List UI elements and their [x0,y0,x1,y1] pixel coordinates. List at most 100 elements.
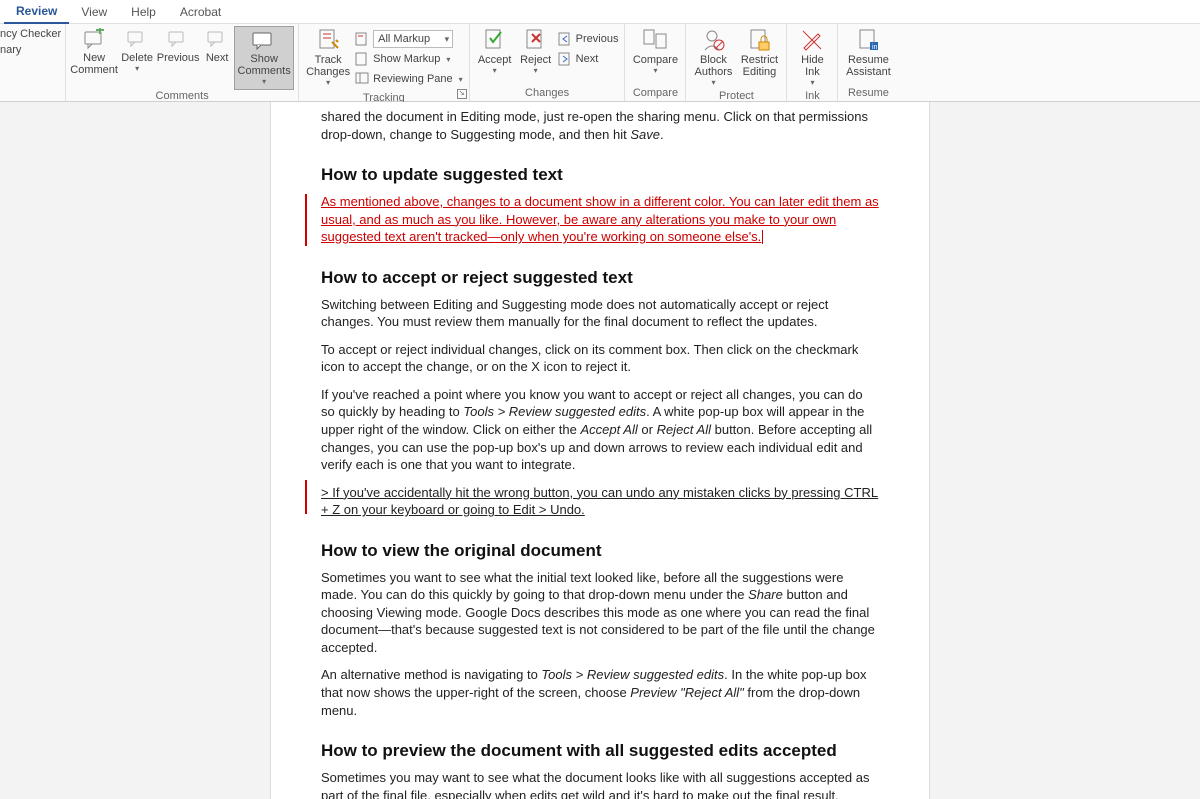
hide-ink-label: Hide Ink [793,54,831,78]
document-page[interactable]: shared the document in Editing mode, jus… [270,102,930,799]
show-markup-icon [355,52,369,66]
track-change-bar [305,480,307,514]
previous-comment-button[interactable]: Previous [156,26,200,66]
reviewing-pane-label: Reviewing Pane [373,73,453,85]
ribbon: ncy Checker nary New Comment Delete ▾ Pr… [0,24,1200,102]
text-cursor [762,230,763,244]
show-comments-icon [251,29,277,51]
resume-assistant-icon: in [856,28,880,52]
delete-comment-button[interactable]: Delete ▾ [118,26,156,76]
group-ink: Hide Ink ▾ Ink [787,24,838,101]
delete-comment-label: Delete [121,52,153,64]
accept-button[interactable]: Accept ▾ [474,26,516,78]
reject-button[interactable]: Reject ▾ [516,26,556,78]
next-change-label: Next [576,53,599,65]
chevron-down-icon: ▾ [459,75,463,84]
block-authors-button[interactable]: Block Authors ▾ [690,26,736,90]
next-change-button[interactable]: Next [558,50,619,68]
paragraph: Sometimes you want to see what the initi… [321,569,879,657]
markup-select[interactable]: All Markup [373,30,453,48]
text: shared the document in Editing mode, jus… [321,109,868,142]
group-changes: Accept ▾ Reject ▾ Previous Next Changes [470,24,626,101]
show-comments-button[interactable]: Show Comments ▾ [234,26,294,90]
new-comment-label: New Comment [70,52,118,76]
paragraph: Switching between Editing and Suggesting… [321,296,879,331]
paragraph: An alternative method is navigating to T… [321,666,879,719]
heading-accept-reject: How to accept or reject suggested text [321,268,879,288]
paragraph-tracked: As mentioned above, changes to a documen… [321,193,879,246]
reject-icon [524,28,548,52]
previous-change-icon [558,32,572,46]
reviewing-pane-icon [355,72,369,86]
compare-label: Compare [633,54,678,66]
resume-assistant-label: Resume Assistant [844,54,892,78]
track-changes-icon [316,28,340,52]
resume-assistant-button[interactable]: in Resume Assistant [842,26,894,80]
heading-view-original: How to view the original document [321,541,879,561]
chevron-down-icon: ▾ [326,79,330,88]
group-protect: Block Authors ▾ Restrict Editing Protect [686,24,787,101]
markup-icon [355,32,369,46]
group-tracking: Track Changes ▾ All Markup Show Markup ▾… [299,24,470,101]
block-authors-icon [701,28,725,52]
restrict-editing-button[interactable]: Restrict Editing [736,26,782,80]
reviewing-pane-button[interactable]: Reviewing Pane ▾ [355,70,463,88]
markup-display-selector[interactable]: All Markup [355,30,463,48]
heading-update: How to update suggested text [321,165,879,185]
hide-ink-button[interactable]: Hide Ink ▾ [791,26,833,90]
group-comments: New Comment Delete ▾ Previous Next Show … [66,24,299,101]
tracking-launcher[interactable]: ↘ [457,89,467,99]
next-comment-icon [206,28,228,50]
accept-icon [483,28,507,52]
chevron-down-icon: ▾ [534,67,538,76]
tracked-insertion: As mentioned above, changes to a documen… [321,194,879,244]
tab-acrobat[interactable]: Acrobat [168,1,233,23]
show-markup-button[interactable]: Show Markup ▾ [355,50,463,68]
group-proofing-partial: ncy Checker nary [0,24,66,101]
compare-icon [642,28,668,52]
paragraph-tracked: > If you've accidentally hit the wrong b… [321,484,879,519]
track-changes-button[interactable]: Track Changes ▾ [303,26,353,90]
chevron-down-icon: ▾ [493,67,497,76]
group-resume: in Resume Assistant Resume [838,24,898,101]
tab-view[interactable]: View [69,1,119,23]
chevron-down-icon: ▾ [135,65,139,74]
group-label-resume: Resume [842,87,894,101]
group-label-compare: Compare [629,87,681,101]
previous-change-button[interactable]: Previous [558,30,619,48]
next-change-icon [558,52,572,66]
new-comment-button[interactable]: New Comment [70,26,118,78]
chevron-down-icon: ▾ [262,78,266,87]
reject-label: Reject [520,54,551,66]
chevron-down-icon: ▾ [446,55,450,64]
paragraph: To accept or reject individual changes, … [321,341,879,376]
chevron-down-icon: ▾ [810,79,814,88]
next-comment-button[interactable]: Next [200,26,234,66]
hide-ink-icon [800,28,824,52]
previous-comment-icon [167,28,189,50]
restrict-editing-label: Restrict Editing [738,54,780,78]
document-area[interactable]: shared the document in Editing mode, jus… [0,102,1200,799]
paragraph: Sometimes you may want to see what the d… [321,769,879,799]
new-comment-icon [82,28,106,50]
previous-change-label: Previous [576,33,619,45]
track-change-bar [305,194,307,246]
track-changes-label: Track Changes [305,54,351,78]
tab-review[interactable]: Review [4,0,69,24]
restrict-editing-icon [747,28,771,52]
group-label-proofing [0,87,61,101]
dictionary-partial[interactable]: nary [0,42,21,58]
previous-comment-label: Previous [157,52,200,64]
compare-button[interactable]: Compare ▾ [629,26,681,78]
text-italic: Save [630,127,660,142]
chevron-down-icon: ▾ [711,79,715,88]
svg-text:in: in [872,44,878,51]
delete-comment-icon [126,28,148,50]
block-authors-label: Block Authors [692,54,734,78]
next-comment-label: Next [206,52,229,64]
accessibility-checker-partial[interactable]: ncy Checker [0,26,61,42]
chevron-down-icon: ▾ [653,67,657,76]
tab-help[interactable]: Help [119,1,168,23]
ribbon-tabs: Review View Help Acrobat [0,0,1200,24]
paragraph: shared the document in Editing mode, jus… [321,108,879,143]
